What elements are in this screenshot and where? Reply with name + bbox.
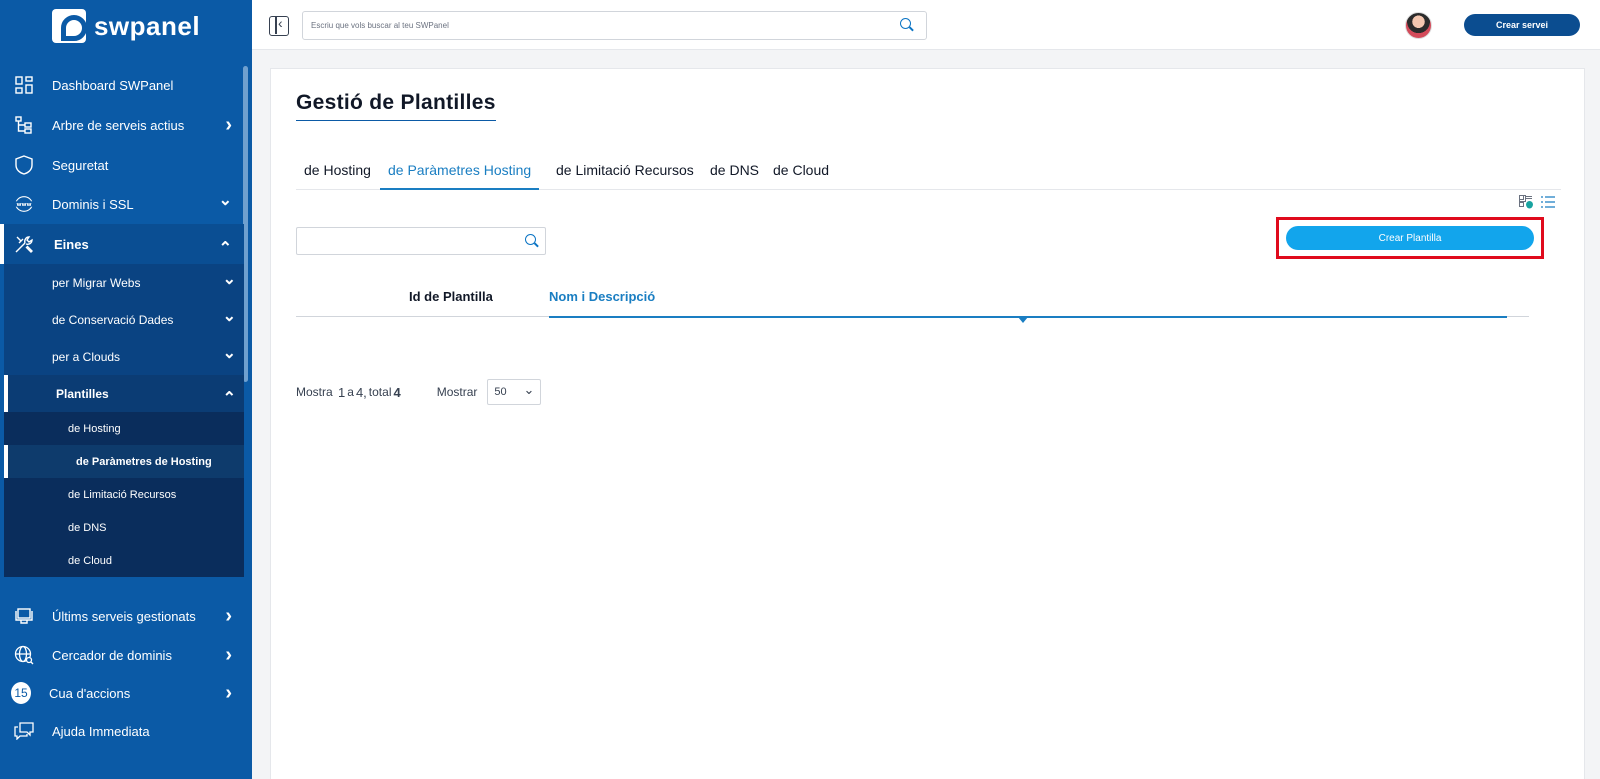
tab-hosting[interactable]: de Hosting [296, 157, 379, 190]
sidebar: swpanel Dashboard SWPanel Arbre de serve… [0, 0, 252, 779]
swpanel-logo-icon [51, 9, 87, 43]
sort-caret-icon [1018, 317, 1028, 323]
sidebar-plantilla-hosting[interactable]: de Hosting [4, 412, 244, 445]
sidebar-item-label: Seguretat [52, 157, 109, 173]
queue-count-badge: 15 [11, 682, 31, 704]
sidebar-item-cercador[interactable]: Cercador de dominis [0, 635, 244, 675]
chevron-right-icon [225, 605, 232, 628]
monitor-icon [14, 606, 34, 626]
sidebar-subsubitem-label: de Hosting [68, 422, 121, 435]
www-icon: www [14, 194, 34, 214]
chevron-down-icon [223, 273, 236, 293]
pagination-to: 4, [355, 384, 367, 400]
chevron-down-icon [223, 347, 236, 367]
tab-limitacio-recursos[interactable]: de Limitació Recursos [548, 157, 702, 190]
sidebar-subsubitem-label: de Limitació Recursos [68, 488, 177, 501]
sidebar-item-label: Cua d'accions [49, 685, 131, 701]
svg-text:www: www [16, 202, 31, 208]
sidebar-subitem-label: per Migrar Webs [52, 275, 141, 290]
search-icon[interactable] [525, 234, 539, 248]
global-search-input[interactable] [303, 12, 863, 39]
tree-icon [14, 115, 34, 135]
sidebar-item-label: Eines [54, 236, 89, 252]
sidebar-subitem-label: de Conservació Dades [52, 312, 174, 327]
template-tabs: de Hosting de Paràmetres Hosting de Limi… [296, 157, 1561, 190]
sidebar-item-dashboard[interactable]: Dashboard SWPanel [0, 65, 244, 105]
sidebar-toggle-icon[interactable] [269, 15, 289, 36]
chevron-down-icon [219, 194, 232, 214]
create-service-button[interactable]: Crear servei [1464, 14, 1580, 36]
pagination-total: 4 [393, 384, 401, 400]
chevron-right-icon [225, 644, 232, 667]
sidebar-item-label: Dominis i SSL [52, 196, 134, 212]
tab-cloud[interactable]: de Cloud [765, 157, 837, 190]
chevron-up-icon [223, 384, 236, 404]
pagination-total-label: total [368, 385, 392, 399]
sidebar-item-dominis[interactable]: www Dominis i SSL [0, 184, 244, 224]
brand-name: swpanel [93, 10, 201, 41]
sidebar-plantilla-dns[interactable]: de DNS [4, 511, 244, 544]
create-template-button[interactable]: Crear Plantilla [1286, 226, 1534, 250]
tab-dns[interactable]: de DNS [702, 157, 767, 190]
sidebar-plantilla-parametres-hosting[interactable]: de Paràmetres de Hosting [4, 445, 244, 478]
chat-icon [14, 721, 34, 741]
page-size-select[interactable]: 50 [487, 379, 542, 405]
template-search [296, 227, 546, 255]
column-header-nom[interactable]: Nom i Descripció [549, 289, 655, 304]
tab-parametres-hosting[interactable]: de Paràmetres Hosting [380, 157, 540, 190]
sidebar-subitem-migrar[interactable]: per Migrar Webs [4, 264, 244, 301]
sidebar-item-eines[interactable]: Eines [0, 224, 244, 264]
sidebar-subitem-label: per a Clouds [52, 349, 121, 364]
view-toggle [1519, 195, 1561, 211]
list-view-icon[interactable] [1541, 195, 1555, 209]
pagination-prefix: Mostra [296, 385, 333, 399]
global-search [302, 11, 927, 40]
main-card: Gestió de Plantilles de Hosting de Paràm… [270, 68, 1585, 779]
sort-indicator-bar [549, 316, 1507, 318]
dashboard-icon [14, 75, 34, 95]
sidebar-subitem-clouds[interactable]: per a Clouds [4, 338, 244, 375]
chevron-up-icon [219, 234, 232, 254]
sidebar-plantilla-limitacio[interactable]: de Limitació Recursos [4, 478, 244, 511]
sidebar-item-label: Arbre de serveis actius [52, 117, 185, 133]
template-search-input[interactable] [297, 228, 517, 254]
sidebar-subitem-plantilles[interactable]: Plantilles [4, 375, 244, 412]
chevron-down-icon [223, 310, 236, 330]
brand-logo[interactable]: swpanel [0, 0, 252, 52]
grid-view-icon[interactable] [1519, 195, 1533, 209]
sidebar-item-label: Cercador de dominis [52, 647, 172, 663]
search-icon[interactable] [900, 18, 914, 32]
table-header: Id de Plantilla Nom i Descripció [296, 279, 1529, 323]
page-size-value: 50 [494, 386, 507, 398]
tools-icon [14, 234, 34, 254]
sidebar-item-arbre[interactable]: Arbre de serveis actius [0, 105, 244, 145]
avatar[interactable] [1405, 12, 1432, 39]
sidebar-item-label: Ajuda Immediata [52, 723, 150, 739]
chevron-right-icon [225, 114, 232, 137]
sidebar-item-ultims-serveis[interactable]: Últims serveis gestionats [0, 596, 244, 636]
page-title: Gestió de Plantilles [296, 91, 496, 121]
topbar: Crear servei [252, 0, 1600, 50]
globe-search-icon [14, 645, 34, 665]
sidebar-item-seguretat[interactable]: Seguretat [0, 145, 244, 185]
pagination-sep: a [347, 385, 354, 399]
sidebar-item-label: Dashboard SWPanel [52, 77, 174, 93]
sidebar-item-label: Últims serveis gestionats [52, 608, 196, 624]
chevron-right-icon [225, 682, 232, 705]
sidebar-item-ajuda[interactable]: Ajuda Immediata [0, 711, 244, 751]
sidebar-item-cua-accions[interactable]: 15 Cua d'accions [0, 673, 244, 713]
column-header-id[interactable]: Id de Plantilla [409, 289, 493, 304]
shield-icon [14, 155, 34, 175]
sidebar-plantilla-cloud[interactable]: de Cloud [4, 544, 244, 577]
pagination-row: Mostra 1 a 4, total 4 Mostrar 50 [296, 379, 542, 405]
sidebar-subsubitem-label: de Paràmetres de Hosting [76, 455, 212, 468]
sidebar-subsubitem-label: de DNS [68, 521, 107, 534]
sidebar-subitem-label: Plantilles [56, 386, 109, 401]
pagination-from: 1 [338, 384, 346, 400]
page-size-label: Mostrar [436, 385, 478, 399]
sidebar-subitem-conservacio[interactable]: de Conservació Dades [4, 301, 244, 338]
sidebar-subsubitem-label: de Cloud [68, 554, 113, 567]
